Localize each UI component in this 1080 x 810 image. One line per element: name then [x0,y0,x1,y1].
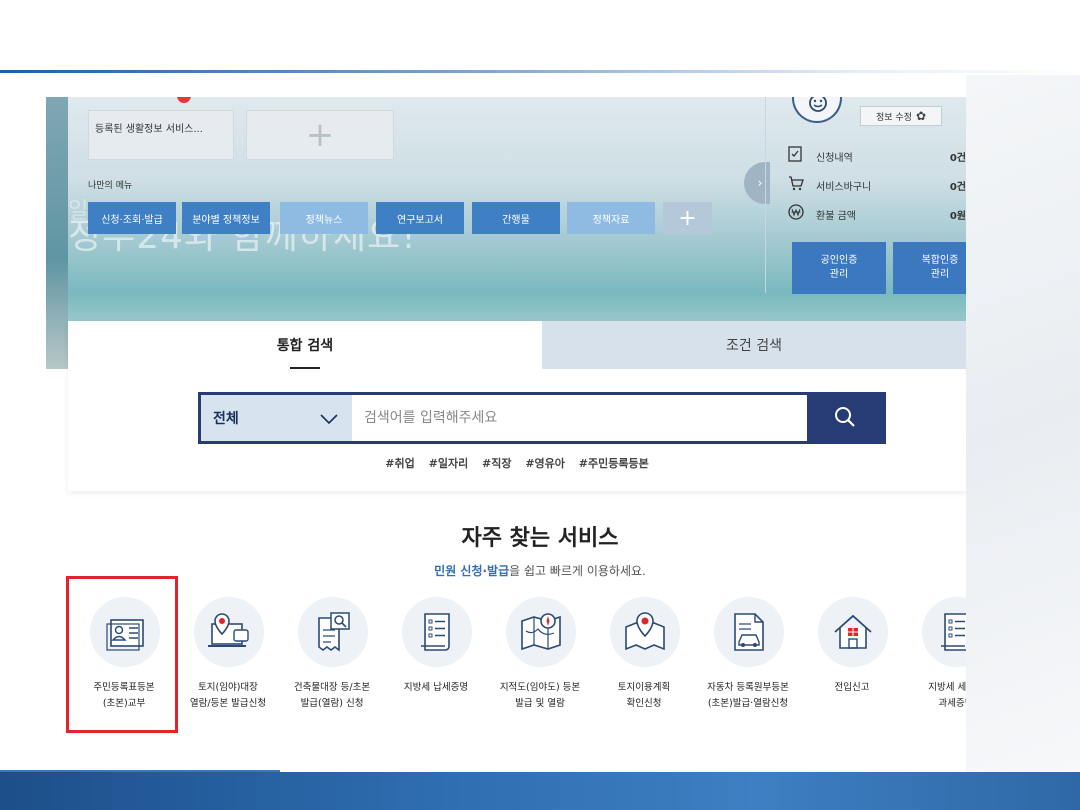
cert-btn-line1: 복합인증 [921,255,959,266]
slide-right-shade [966,75,1080,775]
panel-next-arrow-icon[interactable]: › [744,162,770,204]
cert-btn-line2: 관리 [829,269,849,280]
map-pin-icon [610,597,680,667]
chevron-down-icon [320,409,338,428]
service-local-tax-certificate[interactable]: 지방세 납세증명 [384,592,488,742]
service-label-line2: 과세증명 [938,698,966,709]
car-document-icon [714,597,784,667]
hashtag-link[interactable]: #직장 [482,457,511,470]
stat-label: 환불 금액 [816,210,856,222]
user-panel: 정보 수정 ✿ 신청내역 0건 서비스바구니 0건 환불 금액 0원 공인인증 … [768,97,966,301]
highlight-box [66,576,178,733]
stat-label: 신청내역 [816,152,853,164]
stat-service-cart[interactable]: 서비스바구니 0건 [788,174,966,196]
my-menu-add-button[interactable]: + [663,202,712,234]
tab-condition-search[interactable]: 조건 검색 [542,321,966,369]
service-label-line1: 지방세 세목별 [928,682,966,693]
stat-application-history[interactable]: 신청내역 0건 [788,145,966,167]
popular-hashtags: #취업 #일자리 #직장 #영유아 #주민등록등본 [68,455,966,471]
search-scope-select[interactable]: 전체 [201,395,352,441]
my-menu-policy-materials[interactable]: 정책자료 [567,202,655,234]
subtitle-rest: 을 쉽고 빠르게 이용하세요. [509,564,646,578]
search-button[interactable] [807,395,883,441]
list-scroll-icon [922,597,966,667]
registered-life-service[interactable]: 등록된 생활정보 서비스... [88,110,234,160]
search-icon [834,406,856,431]
plus-icon: + [305,115,335,155]
subtitle-highlight: 민원 신청·발급 [434,564,510,578]
my-menu-label: 나만의 메뉴 [88,181,133,191]
tab-active-indicator [290,367,320,369]
service-building-register[interactable]: 건축물대장 등/초본 발급(열람) 신청 [280,592,384,742]
search-card: 통합 검색 조건 검색 전체 #취업 #일자리 #직장 #영유아 #주민등록등본 [68,321,966,491]
search-input[interactable] [352,395,810,441]
service-move-in-report[interactable]: 전입신고 [800,592,904,742]
slide-background-top [0,0,1080,100]
service-land-register[interactable]: 토지(임야)대장 열람/등본 발급신청 [176,592,280,742]
service-cadastral-map[interactable]: 지적도(임야도) 등본 발급 및 열람 [488,592,592,742]
frequent-services-subtitle: 민원 신청·발급을 쉽고 빠르게 이용하세요. [290,562,790,579]
my-menu-policy-news[interactable]: 정책뉴스 [280,202,368,234]
map-pin-laptop-icon [194,597,264,667]
map-compass-icon [506,597,576,667]
stat-label: 서비스바구니 [816,181,872,193]
search-scope-value: 전체 [213,411,239,427]
my-menu-apply-issue[interactable]: 신청·조회·발급 [88,202,176,234]
cart-icon [788,175,808,195]
my-menu-policy-by-field[interactable]: 분야별 정책정보 [182,202,270,234]
smile-face-icon [808,97,828,117]
won-icon [788,204,808,224]
my-menu-research-reports[interactable]: 연구보고서 [376,202,464,234]
list-scroll-icon [402,597,472,667]
hashtag-link[interactable]: #영유아 [525,457,565,470]
gov24-main-page: 일 정부24와 함께하세요! 등록된 생활정보 서비스... + 나만의 메뉴 … [46,97,966,497]
frequent-services-list: 주민등록표등본 (초본)교부 토지(임야)대장 열람/등본 발급신청 건축물대장 등… [70,592,966,742]
registered-life-service-label: 등록된 생활정보 서비스... [95,124,203,135]
my-menu-publications[interactable]: 간행물 [472,202,560,234]
panel-divider [765,97,766,293]
service-label-line2: 발급(열람) 신청 [300,698,364,709]
stat-value: 0건 [949,152,966,164]
hashtag-link[interactable]: #일자리 [429,457,469,470]
complex-cert-manage-button[interactable]: 복합인증관리 [893,242,966,294]
cert-btn-line2: 관리 [930,269,950,280]
add-life-service-button[interactable]: + [246,110,394,160]
stat-refund-amount[interactable]: 환불 금액 0원 [788,203,966,225]
slide-top-rule [0,70,1080,73]
service-label-line2: (초본)발급·열람신청 [707,698,789,709]
stat-value: 0원 [949,210,966,222]
hashtag-link[interactable]: #취업 [385,457,414,470]
frequent-services-title: 자주 찾는 서비스 [461,526,619,551]
document-search-icon [298,597,368,667]
document-check-icon [788,146,808,166]
info-edit-label: 정보 수정 [875,112,912,123]
hashtag-link[interactable]: #주민등록등본 [579,457,649,470]
notification-dot [177,97,191,103]
service-land-use-plan[interactable]: 토지이용계획 확인신청 [592,592,696,742]
search-bar: 전체 [198,392,886,444]
slide-bottom-band [0,772,1080,810]
gear-icon: ✿ [915,109,927,123]
cert-btn-line1: 공인인증 [820,255,858,266]
info-edit-button[interactable]: 정보 수정 ✿ [860,106,942,126]
service-vehicle-register[interactable]: 자동차 등록원부등본 (초본)발급·열람신청 [696,592,800,742]
stat-value: 0건 [949,181,966,193]
avatar[interactable] [792,97,842,123]
hero-photo-strip [46,97,68,369]
service-local-tax-by-item[interactable]: 지방세 세목별과세증명 [904,592,966,742]
tab-integrated-search[interactable]: 통합 검색 [68,321,542,369]
public-cert-manage-button[interactable]: 공인인증관리 [792,242,886,294]
house-icon [818,597,888,667]
